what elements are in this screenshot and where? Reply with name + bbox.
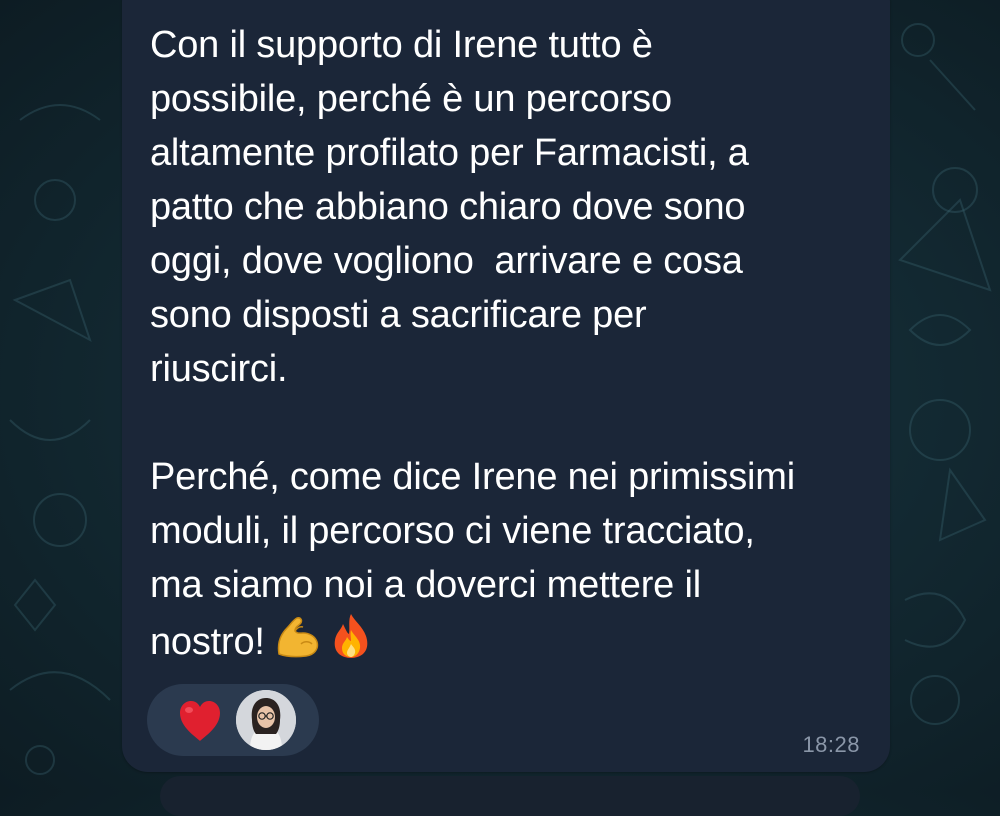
message-text: Con il supporto di Irene tutto è possibi… [150,18,870,666]
message-line: oggi, dove vogliono arrivare e cosa [150,240,743,282]
message-line: sono disposti a sacrificare per [150,294,647,336]
avatar-image [236,690,296,750]
message-line: Con il supporto di Irene tutto è [150,24,653,66]
message-line: possibile, perché è un percorso [150,78,672,120]
avatar[interactable] [236,690,296,750]
message-line: riuscirci. [150,348,288,390]
message-line: altamente profilato per Farmacisti, a [150,132,749,174]
flexed-biceps-icon [273,614,321,675]
message-last-line-text: nostro! [150,621,265,663]
message-line: nostro! [150,612,870,666]
next-message-bubble[interactable] [160,776,860,816]
fire-icon [329,612,373,675]
message-timestamp: 18:28 [802,732,860,757]
message-line: ma siamo noi a doverci mettere il [150,564,701,606]
heart-icon[interactable] [176,697,224,745]
message-line: patto che abbiano chiaro dove sono [150,186,746,228]
message-line: Perché, come dice Irene nei primissimi [150,456,795,498]
message-line: moduli, il percorso ci viene tracciato, [150,510,755,552]
message-line [150,396,870,450]
